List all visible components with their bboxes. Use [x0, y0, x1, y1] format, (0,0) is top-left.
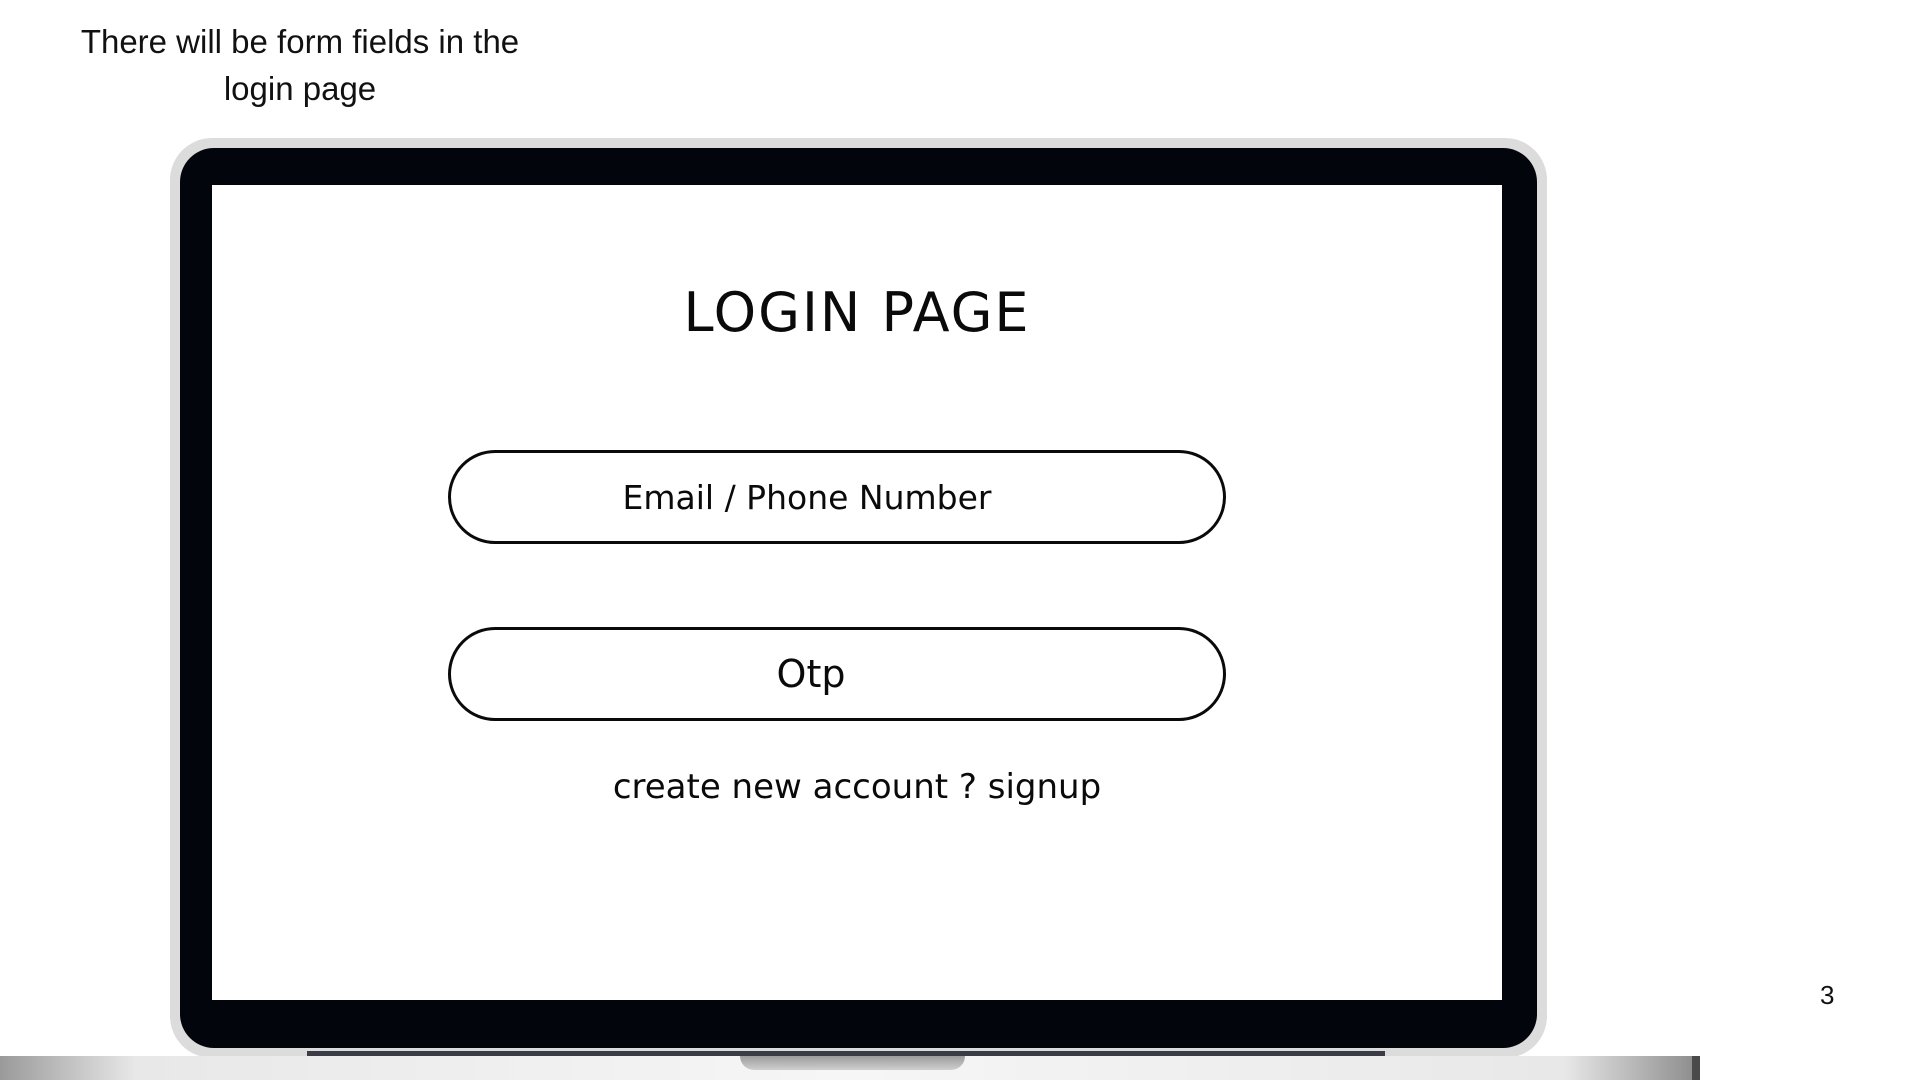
login-page-title: LOGIN PAGE	[683, 281, 1031, 344]
otp-placeholder: Otp	[776, 652, 846, 696]
laptop-notch	[740, 1056, 965, 1070]
caption-line-1: There will be form fields in the	[80, 23, 520, 60]
slide: There will be form fields in the login p…	[0, 0, 1920, 1080]
laptop-screen: LOGIN PAGE Email / Phone Number Otp crea…	[212, 185, 1502, 1000]
slide-caption: There will be form fields in the login p…	[40, 18, 560, 112]
otp-input[interactable]: Otp	[448, 627, 1226, 721]
email-phone-placeholder: Email / Phone Number	[622, 477, 992, 517]
laptop-base-edge	[1692, 1056, 1700, 1080]
caption-line-2: login page	[223, 70, 377, 107]
page-number: 3	[1820, 980, 1835, 1010]
signup-link[interactable]: create new account ? signup	[212, 767, 1502, 807]
email-phone-input[interactable]: Email / Phone Number	[448, 450, 1226, 544]
